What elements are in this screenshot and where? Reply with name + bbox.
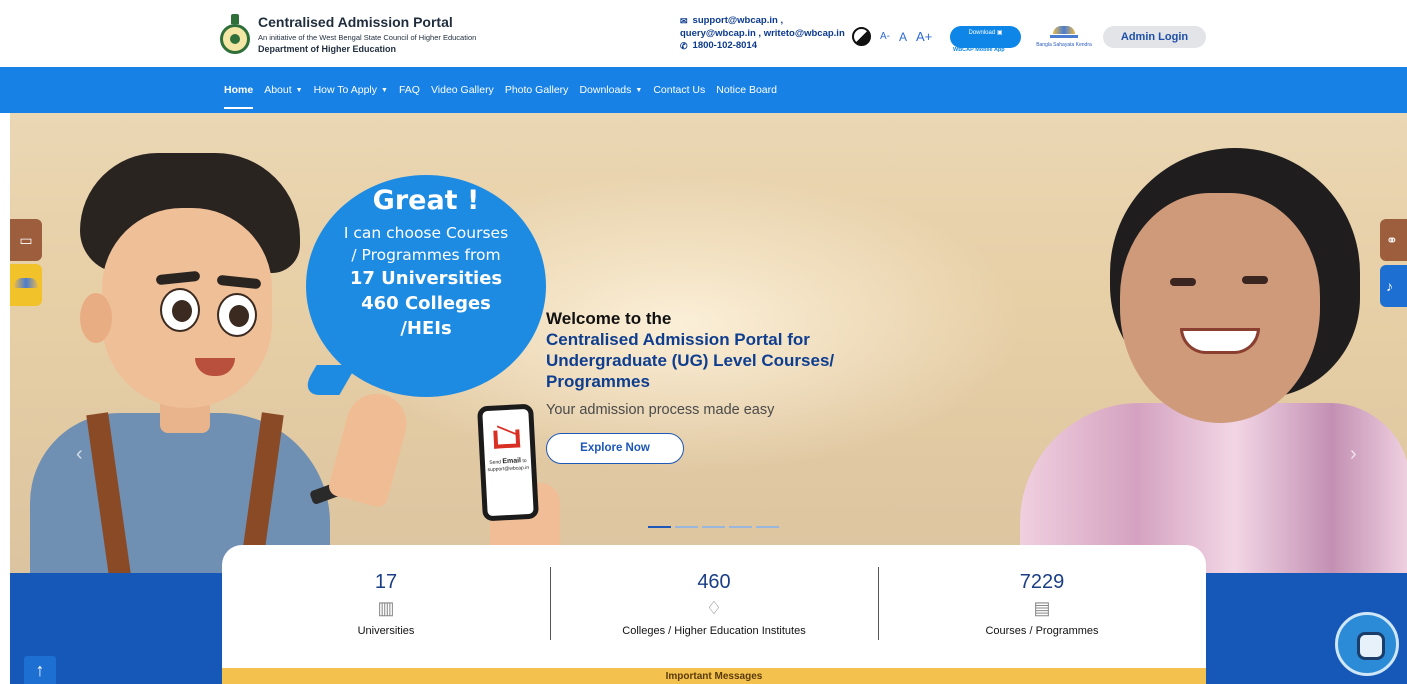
stat-label: Courses / Programmes	[985, 625, 1099, 637]
stat-courses: 7229 ▤ Courses / Programmes	[878, 545, 1206, 668]
stat-colleges: 460 ♢ Colleges / Higher Education Instit…	[550, 545, 878, 668]
download-app-subtitle: WBCAP Mobile App	[953, 47, 1005, 53]
feedback-chat-icon[interactable]: ▭	[10, 219, 42, 261]
welcome-title: Centralised Admission Portal for Undergr…	[546, 330, 835, 391]
scroll-to-top-icon[interactable]: ↑	[24, 656, 56, 684]
font-decrease-button[interactable]: A-	[880, 31, 890, 42]
carousel-indicator[interactable]	[648, 526, 671, 528]
emblem-icon	[218, 14, 252, 54]
nav-item-photo-gallery[interactable]: Photo Gallery	[505, 84, 569, 96]
nav-item-contact-us[interactable]: Contact Us	[653, 84, 705, 96]
phone-illustration: Send Email to support@wbcap.in	[477, 403, 539, 522]
stat-value: 17	[374, 571, 398, 593]
contact-info: ✉ support@wbcap.in , query@wbcap.in , wri…	[680, 15, 845, 53]
caret-down-icon: ▼	[295, 86, 303, 94]
stat-value: 7229	[1019, 571, 1065, 593]
carousel-indicator[interactable]	[756, 526, 779, 528]
carousel-next-icon[interactable]: ›	[1350, 443, 1357, 466]
admin-login-button[interactable]: Admin Login	[1103, 26, 1206, 48]
welcome-line: Welcome to the	[546, 309, 672, 328]
accessibility-tools: A- A A+	[852, 27, 932, 46]
important-messages-header[interactable]: Important Messages	[222, 668, 1206, 684]
nav-item-about[interactable]: About ▼	[264, 84, 302, 96]
nav-item-faq[interactable]: FAQ	[399, 84, 420, 96]
building-icon: ▥	[377, 598, 395, 618]
page: Centralised Admission Portal An initiati…	[0, 0, 1407, 684]
caret-down-icon: ▼	[635, 86, 643, 94]
stat-label: Universities	[357, 625, 415, 637]
bangla-sahayata-kendra-logo[interactable]: Bangla Sahayata Kendra	[1033, 24, 1095, 60]
nav-item-how-to-apply[interactable]: How To Apply ▼	[314, 84, 388, 96]
bsk-side-icon[interactable]	[10, 264, 42, 306]
nav-item-downloads[interactable]: Downloads ▼	[579, 84, 642, 96]
site-subtitle: An initiative of the West Bengal State C…	[258, 33, 477, 42]
book-icon: ▤	[1033, 598, 1051, 618]
download-label: Download	[968, 30, 996, 36]
font-increase-button[interactable]: A+	[916, 29, 932, 44]
notification-bell-icon[interactable]: ♪	[1380, 265, 1407, 307]
brand[interactable]: Centralised Admission Portal An initiati…	[218, 14, 476, 54]
welcome-tagline: Your admission process made easy	[546, 402, 775, 418]
phone-number[interactable]: 1800-102-8014	[693, 40, 757, 53]
hero-welcome: Welcome to the Centralised Admission Por…	[546, 309, 856, 418]
department-name: Department of Higher Education	[258, 44, 397, 54]
phone-icon: ✆	[680, 41, 688, 51]
site-title: Centralised Admission Portal	[258, 14, 453, 30]
envelope-icon: ✉	[680, 16, 688, 26]
stats-card: 17 ▥ Universities 460 ♢ Colleges / Highe…	[222, 545, 1206, 668]
stat-label: Colleges / Higher Education Institutes	[622, 625, 806, 637]
contrast-toggle-icon[interactable]	[852, 27, 871, 46]
nav-item-video-gallery[interactable]: Video Gallery	[431, 84, 494, 96]
carousel-indicator[interactable]	[702, 526, 725, 528]
veena-chatbot-icon[interactable]	[1335, 612, 1399, 676]
link-icon[interactable]: ⚭	[1380, 219, 1407, 261]
explore-now-button[interactable]: Explore Now	[546, 433, 684, 464]
download-app-button[interactable]: Download ▣	[950, 26, 1021, 48]
stat-value: 460	[697, 571, 731, 593]
nav-item-home[interactable]: Home	[224, 84, 254, 109]
carousel-indicator[interactable]	[675, 526, 698, 528]
carousel-indicator[interactable]	[729, 526, 752, 528]
android-icon: ▣	[996, 30, 1003, 36]
main-nav: Home About ▼ How To Apply ▼ FAQ Video Gall…	[0, 67, 1407, 113]
hero-carousel: Great ! I can choose Courses / Programme…	[10, 113, 1407, 573]
bsk-logo-icon	[1050, 24, 1078, 38]
nav-item-notice-board[interactable]: Notice Board	[716, 84, 777, 96]
carousel-indicators	[648, 526, 779, 528]
speech-bubble-text: Great ! I can choose Courses / Programme…	[343, 185, 509, 339]
header: Centralised Admission Portal An initiati…	[0, 0, 1407, 67]
email-link-support[interactable]: support@wbcap.in ,	[693, 15, 784, 28]
stat-universities: 17 ▥ Universities	[222, 545, 550, 668]
carousel-prev-icon[interactable]: ‹	[76, 443, 83, 466]
caret-down-icon: ▼	[381, 86, 388, 94]
email-link-query[interactable]: query@wbcap.in , writeto@wbcap.in	[680, 28, 845, 41]
font-reset-button[interactable]: A	[899, 30, 907, 44]
gmail-icon	[493, 429, 521, 449]
graduation-cap-icon: ♢	[705, 598, 723, 618]
bsk-label: Bangla Sahayata Kendra	[1036, 42, 1092, 48]
